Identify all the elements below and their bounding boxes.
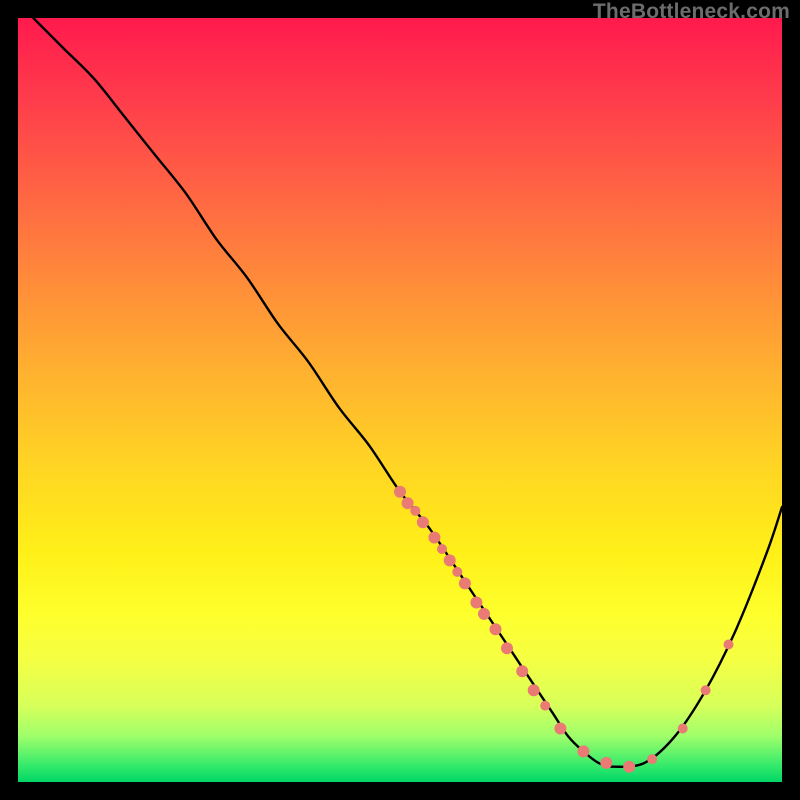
data-point <box>459 577 471 589</box>
data-point <box>647 754 657 764</box>
chart-stage: TheBottleneck.com <box>0 0 800 800</box>
watermark-text: TheBottleneck.com <box>593 0 790 24</box>
bottleneck-curve <box>33 18 782 767</box>
scatter-points <box>394 486 734 773</box>
data-point <box>528 684 540 696</box>
data-point <box>417 516 429 528</box>
plot-area <box>18 18 782 782</box>
data-point <box>516 665 528 677</box>
data-point <box>600 757 612 769</box>
data-point <box>452 567 462 577</box>
data-point <box>554 723 566 735</box>
data-point <box>444 554 456 566</box>
data-point <box>501 642 513 654</box>
data-point <box>724 640 734 650</box>
chart-svg <box>18 18 782 782</box>
data-point <box>490 623 502 635</box>
data-point <box>701 685 711 695</box>
data-point <box>478 608 490 620</box>
data-point <box>623 761 635 773</box>
data-point <box>437 544 447 554</box>
data-point <box>678 724 688 734</box>
data-point <box>410 506 420 516</box>
data-point <box>394 486 406 498</box>
data-point <box>470 597 482 609</box>
data-point <box>577 745 589 757</box>
data-point <box>428 532 440 544</box>
data-point <box>540 701 550 711</box>
